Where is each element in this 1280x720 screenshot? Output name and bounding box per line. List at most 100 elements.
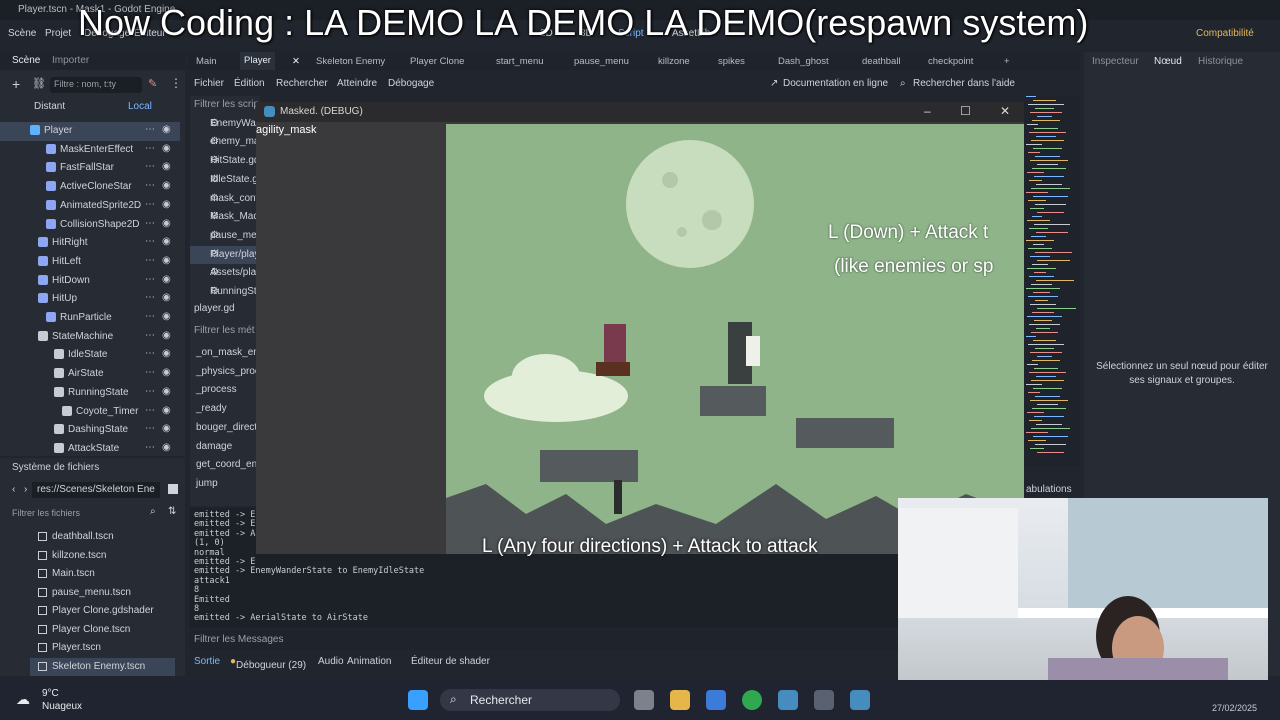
tab-output[interactable]: Sortie — [194, 656, 220, 667]
signal-icon[interactable]: ⋯ — [145, 199, 155, 210]
tab-import[interactable]: Importer — [52, 55, 89, 66]
scene-tree-item[interactable]: RunParticle ⋯ ◉ — [0, 309, 180, 328]
script-list-item[interactable]: ⚙ Mask_Mac — [190, 208, 260, 227]
signal-icon[interactable]: ⋯ — [145, 311, 155, 322]
script-list-item[interactable]: ⚙ HitState.gd — [190, 152, 260, 171]
signal-icon[interactable]: ⋯ — [145, 292, 155, 303]
signal-icon[interactable]: ⋯ — [145, 386, 155, 397]
signal-icon[interactable]: ⋯ — [145, 161, 155, 172]
file-item[interactable]: deathball.tscn — [30, 528, 175, 547]
visibility-eye-icon[interactable]: ◉ — [162, 348, 171, 359]
visibility-eye-icon[interactable]: ◉ — [162, 143, 171, 154]
godot-taskbar-icon[interactable] — [778, 690, 798, 710]
scene-tree-item[interactable]: IdleState ⋯ ◉ — [0, 346, 180, 365]
scene-tree-item[interactable]: AirState ⋯ ◉ — [0, 365, 180, 384]
visibility-eye-icon[interactable]: ◉ — [162, 218, 171, 229]
menu-project[interactable]: Projet — [45, 28, 71, 39]
scene-tab[interactable]: start_menu — [496, 56, 544, 67]
tab-shader-editor[interactable]: Éditeur de shader — [411, 656, 490, 667]
visibility-eye-icon[interactable]: ◉ — [162, 367, 171, 378]
scene-filter-input[interactable]: Filtre : nom, t:ty — [50, 77, 142, 93]
scene-tab[interactable]: Main — [196, 56, 217, 67]
scene-tree-item[interactable]: RunningState ⋯ ◉ — [0, 384, 180, 403]
file-item[interactable]: pause_menu.tscn — [30, 584, 175, 603]
signal-icon[interactable]: ⋯ — [145, 255, 155, 266]
scene-tree-item[interactable]: Player ⋯ ◉ — [0, 122, 180, 141]
weather-temp[interactable]: 9°C — [42, 688, 59, 699]
renderer-compat-button[interactable]: Compatibilité — [1196, 28, 1254, 39]
scene-tree-item[interactable]: MaskEnterEffect ⋯ ◉ — [0, 141, 180, 160]
filesystem-filter-input[interactable]: Filtrer les fichiers — [10, 506, 160, 522]
visibility-eye-icon[interactable]: ◉ — [162, 180, 171, 191]
close-icon[interactable]: ✕ — [1000, 104, 1010, 118]
scene-tab[interactable]: Player — [240, 52, 275, 70]
scene-tab[interactable]: spikes — [718, 56, 745, 67]
tab-node[interactable]: Nœud — [1154, 56, 1182, 67]
signal-icon[interactable]: ⋯ — [145, 367, 155, 378]
scene-tab[interactable]: checkpoint — [928, 56, 973, 67]
method-list-item[interactable]: jump — [190, 475, 260, 494]
tab-debugger[interactable]: ● Débogueur (29) — [230, 656, 306, 671]
method-list-item[interactable]: _process — [190, 381, 260, 400]
kebab-menu-icon[interactable]: ⋮ — [170, 76, 182, 90]
method-list-item[interactable]: _ready — [190, 400, 260, 419]
script-menu-edit[interactable]: Édition — [234, 78, 265, 89]
scene-tab[interactable]: Skeleton Enemy — [316, 56, 385, 67]
file-item[interactable]: killzone.tscn — [30, 547, 175, 566]
scene-tab[interactable]: pause_menu — [574, 56, 629, 67]
scene-tree-item[interactable]: CollisionShape2D ⋯ ◉ — [0, 216, 180, 235]
scene-tree-item[interactable]: HitRight ⋯ ◉ — [0, 234, 180, 253]
search-help-button[interactable]: Rechercher dans l'aide — [913, 78, 1015, 89]
scene-tree-item[interactable]: HitLeft ⋯ ◉ — [0, 253, 180, 272]
visibility-eye-icon[interactable]: ◉ — [162, 161, 171, 172]
chrome-icon[interactable] — [742, 690, 762, 710]
script-filter-input[interactable]: Filtrer les scrip — [190, 96, 260, 115]
signal-icon[interactable]: ⋯ — [145, 143, 155, 154]
visibility-eye-icon[interactable]: ◉ — [162, 423, 171, 434]
obs-icon[interactable] — [814, 690, 834, 710]
back-icon[interactable]: ‹ — [12, 484, 15, 495]
visibility-eye-icon[interactable]: ◉ — [162, 330, 171, 341]
script-list-item[interactable]: ⚙ pause_me — [190, 227, 260, 246]
script-list-item[interactable]: ⚙ Player/play — [190, 245, 260, 265]
methods-filter-input[interactable]: Filtrer les mét — [190, 322, 260, 341]
scene-tree-item[interactable]: HitUp ⋯ ◉ — [0, 290, 180, 309]
script-menu-goto[interactable]: Atteindre — [337, 78, 377, 89]
scene-tree-item[interactable]: DashingState ⋯ ◉ — [0, 421, 180, 440]
method-list-item[interactable]: damage — [190, 438, 260, 457]
scene-tab[interactable]: Dash_ghost — [778, 56, 829, 67]
weather-status[interactable]: Nuageux — [42, 701, 82, 712]
file-item[interactable]: Main.tscn — [30, 565, 175, 584]
signal-icon[interactable]: ⋯ — [145, 423, 155, 434]
script-attach-icon[interactable]: ✎ — [148, 77, 157, 90]
close-tab-icon[interactable]: ✕ — [292, 56, 300, 67]
scene-tab[interactable]: killzone — [658, 56, 690, 67]
signal-icon[interactable]: ⋯ — [145, 218, 155, 229]
filesystem-path-input[interactable]: res://Scenes/Skeleton Ene — [32, 482, 160, 498]
visibility-eye-icon[interactable]: ◉ — [162, 292, 171, 303]
signal-icon[interactable]: ⋯ — [145, 442, 155, 453]
file-item[interactable]: Player Clone.gdshader — [30, 602, 175, 621]
method-list-item[interactable]: _on_mask_ent — [190, 344, 260, 363]
scene-tree-item[interactable]: ActiveCloneStar ⋯ ◉ — [0, 178, 180, 197]
method-list-item[interactable]: bouger_direct — [190, 419, 260, 438]
code-minimap[interactable] — [1024, 96, 1080, 466]
tab-scene[interactable]: Scène — [12, 55, 40, 66]
signal-icon[interactable]: ⋯ — [145, 124, 155, 135]
signal-icon[interactable]: ⋯ — [145, 180, 155, 191]
taskbar-search[interactable]: ⌕ Rechercher — [440, 689, 620, 711]
script-menu-file[interactable]: Fichier — [194, 78, 224, 89]
visibility-eye-icon[interactable]: ◉ — [162, 442, 171, 453]
forward-icon[interactable]: › — [24, 484, 27, 495]
script-list-item[interactable]: ⚙ mask_cont — [190, 190, 260, 209]
scene-tab[interactable]: Player Clone — [410, 56, 464, 67]
file-item[interactable]: Player Clone.tscn — [30, 621, 175, 640]
sort-icon[interactable]: ⇅ — [168, 506, 176, 517]
method-list-item[interactable]: _physics_proc — [190, 363, 260, 382]
visibility-eye-icon[interactable]: ◉ — [162, 255, 171, 266]
online-docs-link[interactable]: Documentation en ligne — [783, 78, 888, 89]
visibility-eye-icon[interactable]: ◉ — [162, 124, 171, 135]
method-list-item[interactable]: get_coord_en — [190, 456, 260, 475]
maximize-icon[interactable]: ☐ — [960, 104, 971, 118]
signal-icon[interactable]: ⋯ — [145, 236, 155, 247]
